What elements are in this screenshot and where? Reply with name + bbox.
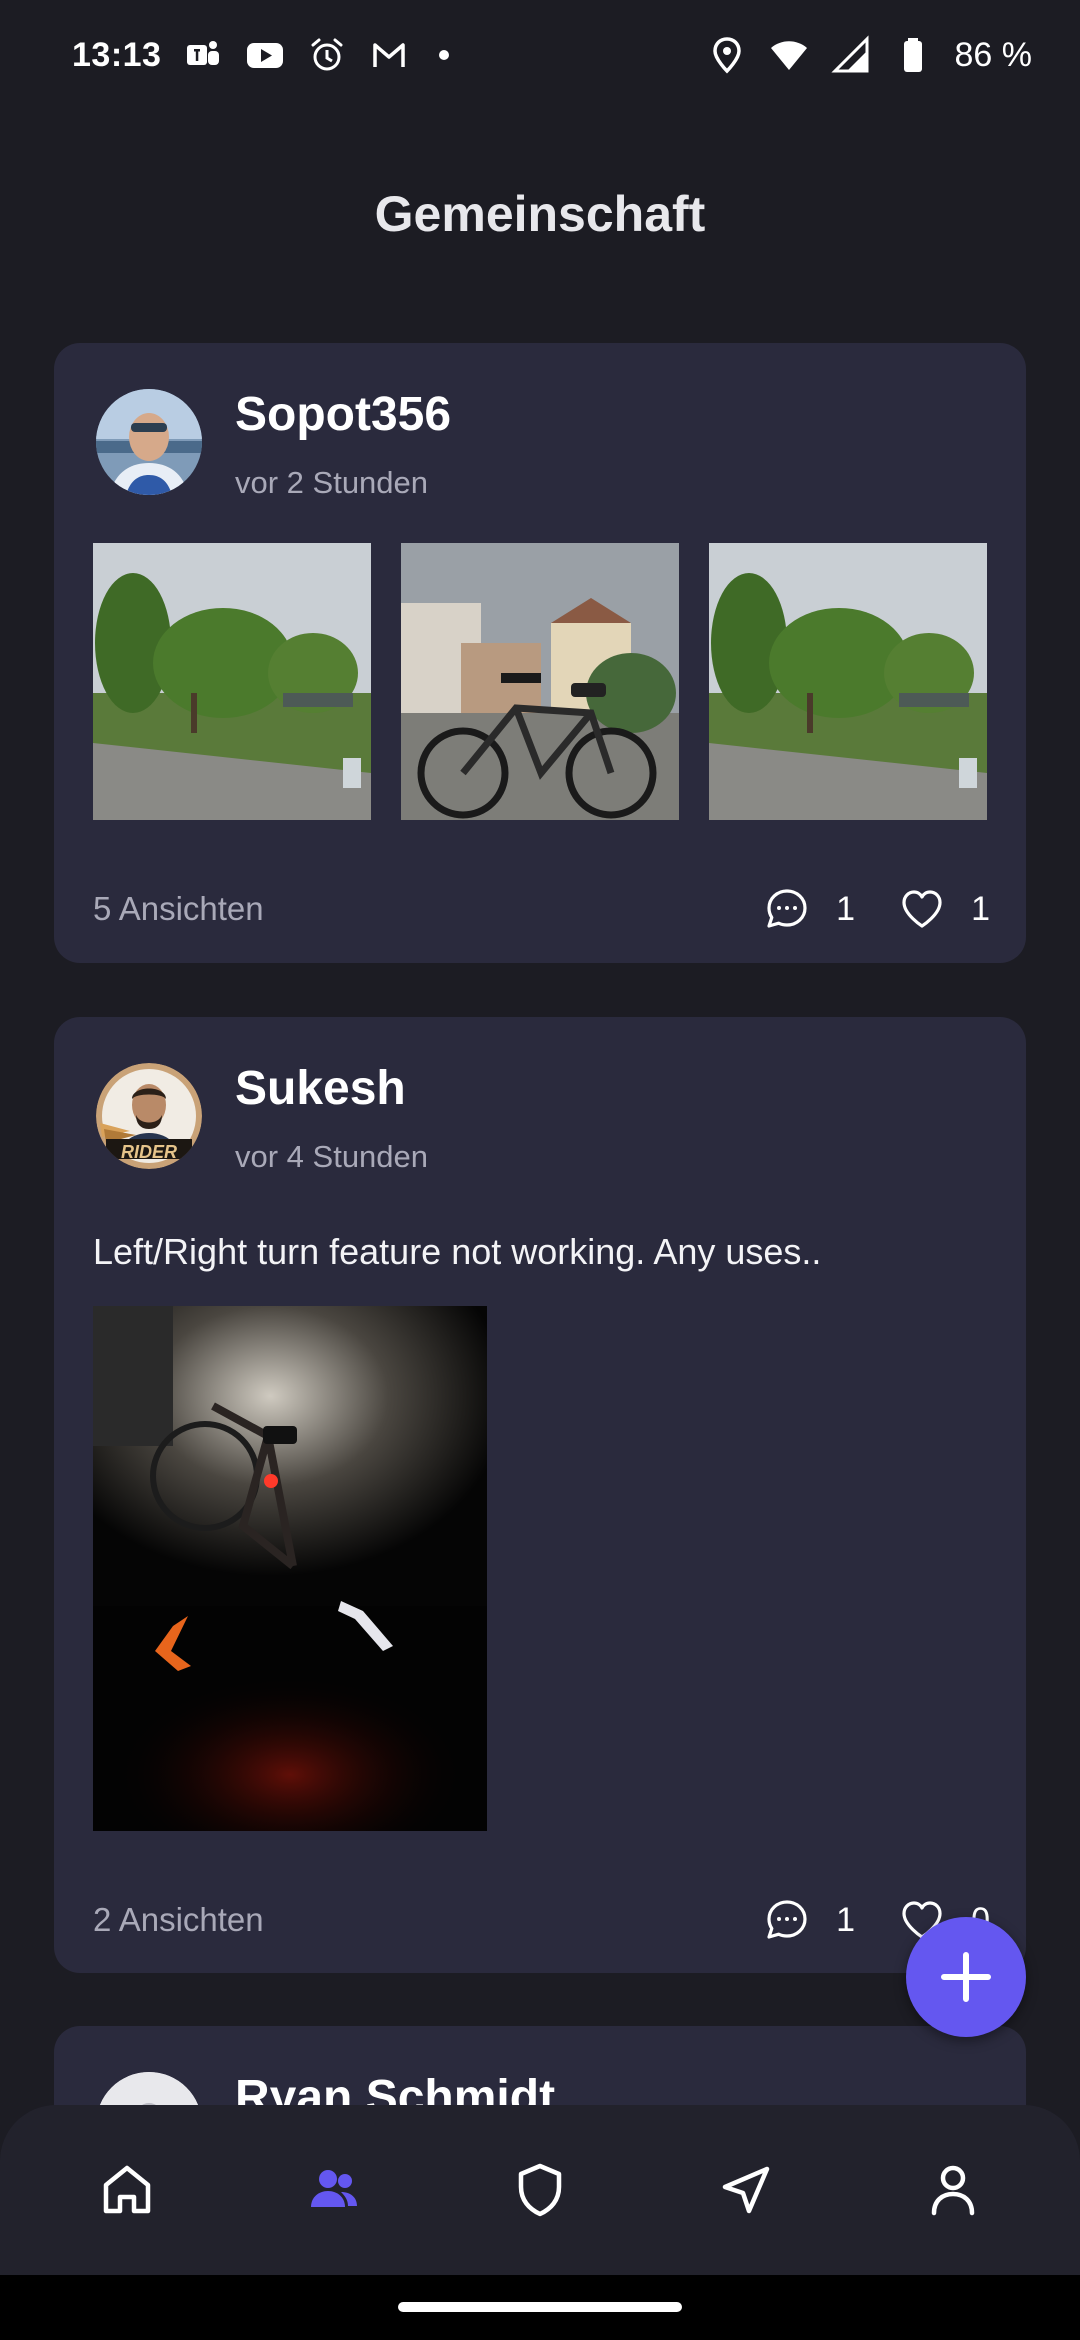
- comment-icon: [767, 1900, 807, 1939]
- post-card[interactable]: RIDER Sukesh vor 4 Stunden Left/Right tu…: [54, 1017, 1026, 1973]
- heart-icon: [902, 890, 942, 928]
- nav-home[interactable]: [77, 2140, 177, 2240]
- teams-icon: [183, 35, 223, 75]
- post-footer: 2 Ansichten 1 0: [93, 1897, 990, 1943]
- youtube-icon: [245, 35, 285, 75]
- photo-gallery: [93, 543, 987, 820]
- gmail-icon: [369, 35, 409, 75]
- view-count: 2 Ansichten: [93, 1901, 264, 1938]
- comment-count: 1: [836, 1900, 856, 1939]
- alarm-icon: [307, 35, 347, 75]
- page-title: Gemeinschaft: [374, 186, 706, 242]
- bicycle-photo[interactable]: [401, 543, 679, 820]
- post-time: vor 2 Stunden: [235, 465, 429, 500]
- plus-icon: [941, 1952, 991, 2002]
- battery-icon: [893, 35, 933, 75]
- like-count: 1: [971, 889, 990, 928]
- nav-navigation[interactable]: [696, 2140, 796, 2240]
- night-bicycle-photo[interactable]: [93, 1306, 487, 1831]
- status-bar: 13:13 86 %: [0, 0, 1080, 110]
- post-time: vor 4 Stunden: [235, 1139, 429, 1174]
- profile-icon: [931, 2165, 974, 2216]
- comment-icon: [767, 889, 807, 928]
- park-photo[interactable]: [93, 543, 371, 820]
- home-gesture-bar[interactable]: [398, 2302, 682, 2312]
- like-button[interactable]: 1: [899, 886, 990, 932]
- signal-icon: [830, 35, 871, 75]
- status-right: 86 %: [707, 35, 1033, 75]
- nav-profile[interactable]: [903, 2140, 1003, 2240]
- author-avatar[interactable]: [96, 389, 202, 495]
- park-photo[interactable]: [709, 543, 987, 820]
- status-left: 13:13: [72, 35, 450, 75]
- comment-count: 1: [836, 889, 856, 928]
- shield-icon: [518, 2163, 562, 2217]
- comment-button[interactable]: 1: [764, 1897, 855, 1943]
- battery-percentage: 86 %: [954, 35, 1033, 74]
- wifi-icon: [769, 35, 809, 75]
- author-name[interactable]: Sukesh: [235, 1061, 406, 1116]
- home-icon: [103, 2165, 151, 2214]
- community-icon: [310, 2170, 357, 2207]
- bottom-navigation: [0, 2105, 1080, 2275]
- location-icon: [707, 35, 747, 75]
- avatar-badge-text: RIDER: [120, 1142, 177, 1162]
- post-text: Left/Right turn feature not working. Any…: [93, 1231, 822, 1272]
- navigation-icon: [723, 2166, 770, 2214]
- post-footer: 5 Ansichten 1 1: [93, 886, 990, 932]
- post-stats: 1 1: [720, 886, 990, 932]
- nav-community[interactable]: [284, 2140, 384, 2240]
- view-count: 5 Ansichten: [93, 890, 264, 927]
- post-card[interactable]: Sopot356 vor 2 Stunden 5 Ansichten 1 1: [54, 343, 1026, 963]
- notification-dot: [439, 50, 450, 60]
- author-avatar[interactable]: RIDER: [96, 1063, 202, 1169]
- author-name[interactable]: Sopot356: [235, 387, 451, 442]
- status-time: 13:13: [72, 35, 162, 74]
- comment-button[interactable]: 1: [764, 886, 855, 932]
- nav-security[interactable]: [490, 2140, 590, 2240]
- create-post-button[interactable]: [906, 1917, 1026, 2037]
